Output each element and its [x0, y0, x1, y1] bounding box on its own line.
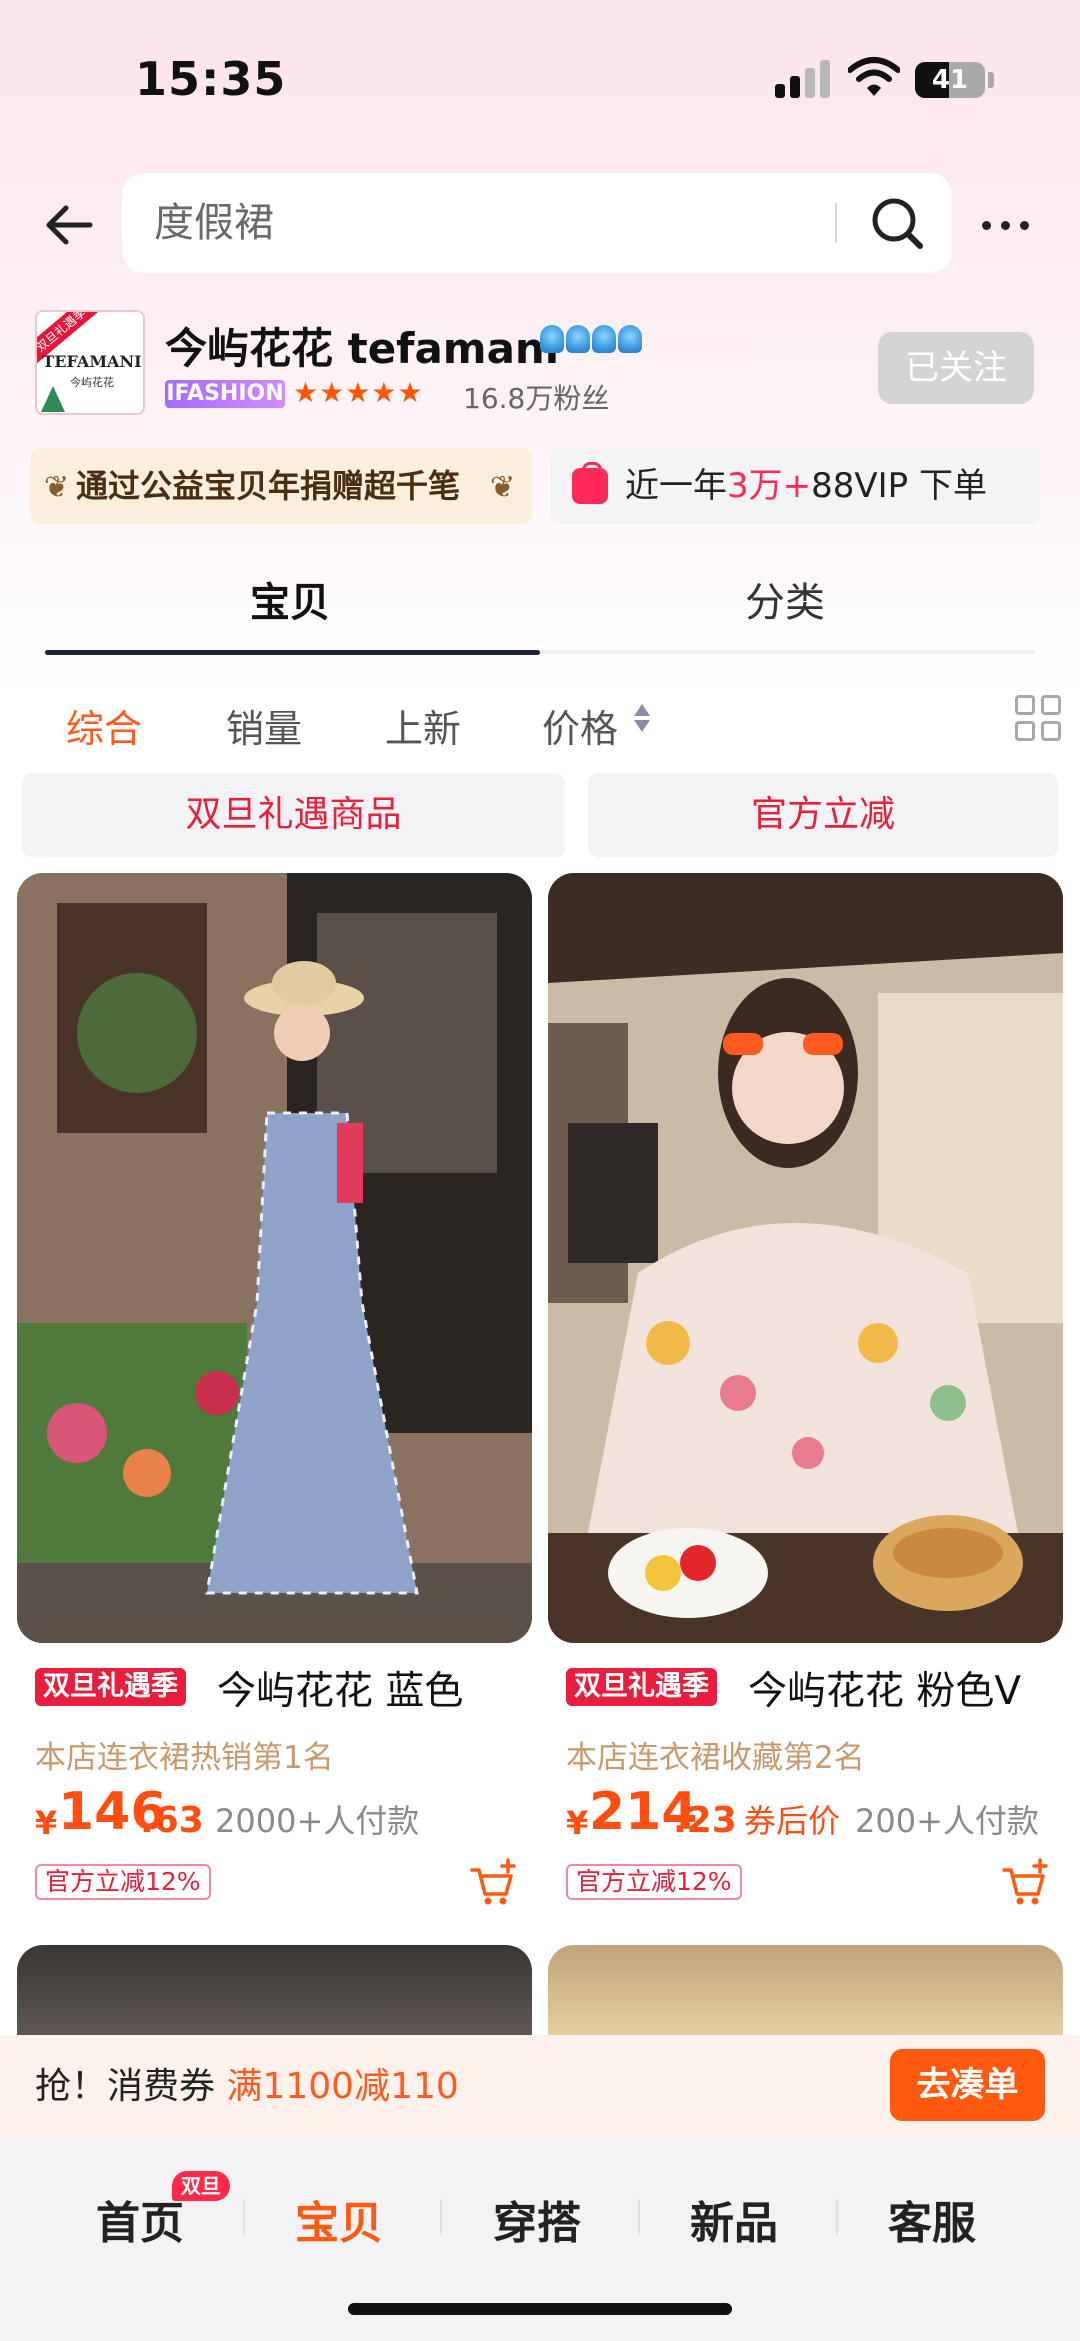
price-currency: ¥	[566, 1804, 589, 1842]
paid-count: 2000+人付款	[215, 1802, 420, 1840]
nav-home-badge: 双旦	[172, 2171, 230, 2201]
more-menu-icon[interactable]	[980, 200, 1036, 250]
fans-count: 16.8万粉丝	[463, 382, 610, 415]
back-arrow-icon[interactable]	[40, 195, 100, 255]
sort-price[interactable]: 价格	[542, 698, 618, 753]
nav-new-arrivals[interactable]: 新品	[690, 2187, 778, 2251]
battery-icon: 41	[915, 62, 985, 98]
vip-prefix: 近一年	[625, 466, 727, 506]
battery-cap	[988, 72, 994, 88]
nav-separator	[243, 2199, 245, 2235]
logo-brand: TEFAMANI	[42, 352, 142, 371]
nav-separator	[638, 2199, 640, 2235]
product-photo-floral-dress	[548, 873, 1063, 1643]
home-indicator	[348, 2303, 732, 2315]
promo-tag: 双旦礼遇季	[35, 1668, 186, 1706]
signal-icon	[775, 58, 831, 98]
vip-text: 近一年3万+88VIP 下单	[625, 448, 987, 524]
tab-categories[interactable]: 分类	[745, 570, 825, 628]
promo-tag: 双旦礼遇季	[566, 1668, 717, 1706]
tab-indicator	[45, 650, 540, 655]
voucher-prefix: 抢！消费券	[35, 2066, 227, 2107]
charity-banner[interactable]: ❦ 通过公益宝贝年捐赠超千笔 ❦	[30, 448, 532, 524]
battery-level: 41	[931, 65, 969, 95]
product-rank: 本店连衣裙收藏第2名	[566, 1740, 865, 1776]
product-image[interactable]	[548, 1945, 1063, 2035]
product-photo-plaid-dress	[17, 873, 532, 1643]
price-decimal: .23	[673, 1800, 737, 1841]
crown-level-icon	[540, 325, 644, 355]
search-divider	[835, 203, 837, 243]
shop-logo[interactable]: 双旦礼遇季 TEFAMANI 今屿花花	[35, 310, 145, 415]
nav-home[interactable]: 首页	[96, 2187, 184, 2251]
discount-tag: 官方立减12%	[566, 1864, 742, 1900]
tree-icon	[41, 386, 65, 412]
price-decimal: .63	[140, 1800, 204, 1841]
sort-comprehensive[interactable]: 综合	[66, 698, 142, 753]
shop-name[interactable]: 今屿花花 tefamani	[165, 315, 559, 376]
product-image[interactable]	[17, 873, 532, 1643]
go-collect-button[interactable]: 去凑单	[890, 2049, 1045, 2121]
laurel-left-icon: ❦	[44, 470, 70, 505]
sort-sales[interactable]: 销量	[226, 698, 302, 753]
rating-stars: ★★★★★	[293, 376, 424, 409]
product-image[interactable]	[548, 873, 1063, 1643]
chip-official-discount[interactable]: 官方立减	[588, 773, 1058, 857]
ifashion-badge: IFASHION	[165, 380, 285, 408]
tab-products[interactable]: 宝贝	[250, 570, 330, 628]
product-rank: 本店连衣裙热销第1名	[35, 1740, 334, 1776]
add-to-cart-icon[interactable]	[468, 1858, 518, 1908]
paid-count: 200+人付款	[855, 1802, 1039, 1840]
chip-holiday-goods[interactable]: 双旦礼遇商品	[22, 773, 565, 857]
nav-outfits[interactable]: 穿搭	[493, 2187, 581, 2251]
add-to-cart-icon[interactable]	[1000, 1858, 1050, 1908]
discount-tag: 官方立减12%	[35, 1864, 211, 1900]
nav-customer-service[interactable]: 客服	[888, 2187, 976, 2251]
status-time: 15:35	[135, 52, 287, 106]
nav-separator	[440, 2199, 442, 2235]
wifi-icon	[848, 57, 900, 96]
product-image[interactable]	[17, 1945, 532, 2035]
search-input[interactable]: 度假裙	[122, 173, 952, 273]
search-icon[interactable]	[867, 193, 927, 253]
coupon-after-price-label: 券后价	[744, 1802, 841, 1840]
product-title[interactable]: 今屿花花 粉色V	[748, 1660, 1021, 1716]
laurel-right-icon: ❦	[490, 470, 516, 505]
search-query: 度假裙	[154, 200, 274, 246]
vip-banner[interactable]: 近一年3万+88VIP 下单	[550, 448, 1040, 524]
voucher-text: 抢！消费券 满1100减110	[35, 2035, 459, 2139]
price-currency: ¥	[35, 1804, 58, 1842]
sort-newest[interactable]: 上新	[385, 698, 461, 753]
vip-suffix: 88VIP 下单	[811, 466, 987, 506]
sort-arrows-icon	[632, 704, 652, 738]
product-title[interactable]: 今屿花花 蓝色	[217, 1660, 463, 1716]
nav-products[interactable]: 宝贝	[295, 2187, 383, 2251]
nav-separator	[836, 2199, 838, 2235]
follow-button[interactable]: 已关注	[878, 332, 1034, 404]
shopping-bag-icon	[572, 462, 608, 504]
charity-text: 通过公益宝贝年捐赠超千笔	[76, 467, 461, 505]
status-bar: 15:35 41	[0, 0, 1080, 150]
grid-view-icon[interactable]	[1015, 695, 1063, 743]
vip-highlight: 3万+	[727, 466, 812, 506]
voucher-highlight: 满1100减110	[226, 2066, 459, 2107]
